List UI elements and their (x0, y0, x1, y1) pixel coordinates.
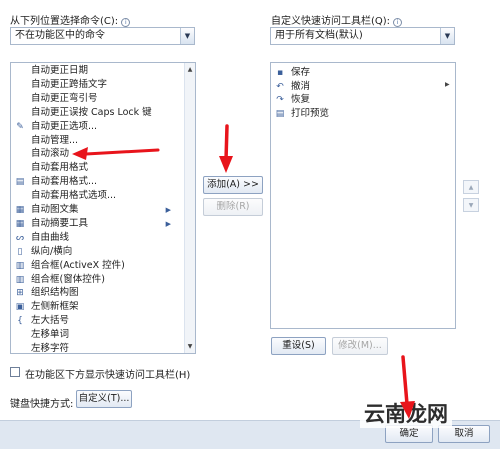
arrow-to-auto-scroll (84, 148, 160, 156)
annotation-arrows (72, 124, 415, 419)
arrow-to-auto-scroll-head (72, 147, 88, 160)
arrow-to-ok-button-head (400, 401, 415, 419)
arrow-to-add-button (224, 124, 229, 162)
arrow-to-add-button-head (219, 156, 233, 173)
arrow-to-ok-button (401, 355, 409, 406)
